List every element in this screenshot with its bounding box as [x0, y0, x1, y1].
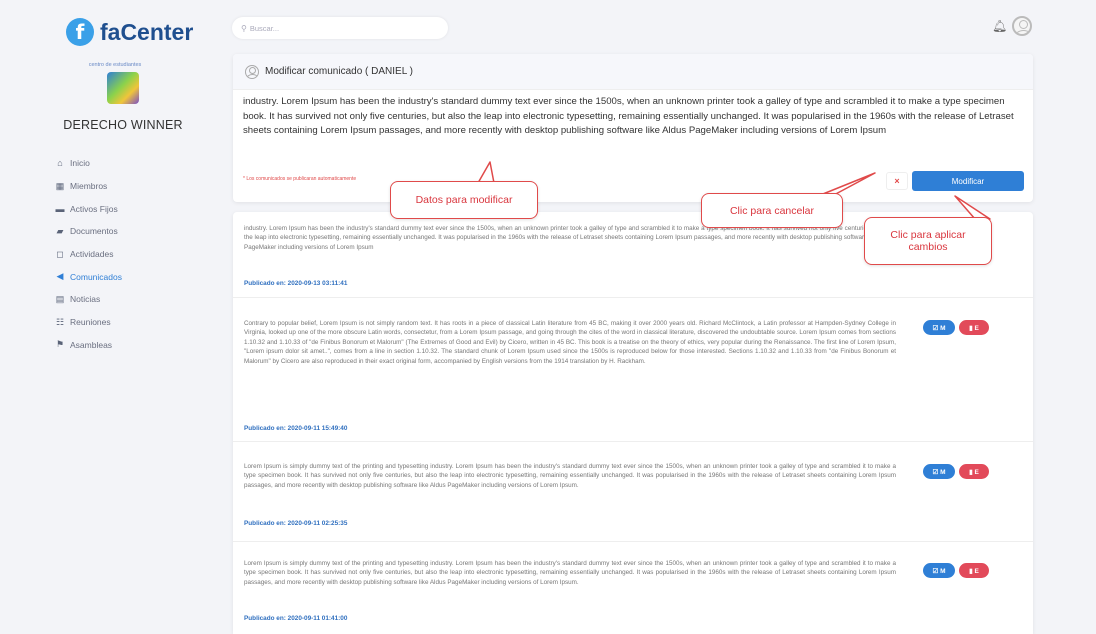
center-name: DERECHO WINNER	[63, 118, 183, 132]
sidebar-item-inicio[interactable]: ⌂ Inicio	[54, 152, 122, 175]
logo-icon: f	[66, 18, 94, 46]
callout-apply-line1: Clic para aplicar	[890, 229, 966, 241]
sidebar-item-label: Actividades	[70, 249, 114, 260]
sidebar-item-comunicados[interactable]: ◀ Comunicados	[54, 265, 122, 288]
logo-text: faCenter	[100, 18, 194, 45]
sidebar-item-label: Miembros	[70, 181, 108, 192]
sidebar-item-label: Noticias	[70, 294, 101, 305]
edit-title: Modificar comunicado ( DANIEL )	[265, 66, 414, 77]
modify-button[interactable]: Modificar	[912, 171, 1024, 191]
sidebar-item-label: Inicio	[70, 158, 90, 169]
center-avatar	[107, 72, 139, 104]
sidebar: f faCenter centro de estudiantes DERECHO…	[0, 0, 212, 634]
sidebar-item-actividades[interactable]: ◻ Actividades	[54, 243, 122, 266]
list-item: Lorem Ipsum is simply dummy text of the …	[233, 542, 1033, 634]
post-date: Publicado en: 2020-09-11 15:49:40	[244, 425, 348, 432]
top-icons: 🔔︎	[992, 16, 1033, 36]
sidebar-item-label: Asambleas	[70, 339, 113, 350]
delete-post-button[interactable]: ▮ E	[959, 464, 989, 479]
edit-header: Modificar comunicado ( DANIEL )	[233, 54, 1033, 90]
sidebar-item-noticias[interactable]: ▤ Noticias	[54, 288, 122, 311]
callout-apply-line2: cambios	[908, 241, 948, 253]
post-actions: ☑ M ▮ E	[923, 320, 989, 335]
post-date: Publicado en: 2020-09-13 03:11:41	[244, 280, 348, 287]
user-avatar-icon	[245, 64, 259, 79]
list-item: Lorem Ipsum is simply dummy text of the …	[233, 442, 1033, 542]
center-caption: centro de estudiantes	[88, 62, 142, 68]
post-text: Contrary to popular belief, Lorem Ipsum …	[244, 320, 896, 365]
post-text: Lorem Ipsum is simply dummy text of the …	[244, 463, 896, 489]
sidebar-item-label: Documentos	[70, 226, 118, 237]
assemblies-icon: ⚑	[55, 339, 65, 350]
folder-icon: ▰	[56, 225, 64, 236]
search-icon: ⚲	[241, 23, 247, 33]
sidebar-item-reuniones[interactable]: ☷ Reuniones	[54, 311, 122, 334]
activities-icon: ◻	[56, 248, 64, 259]
sidebar-item-label: Reuniones	[70, 317, 111, 328]
user-avatar[interactable]	[1012, 16, 1033, 36]
megaphone-icon: ◀	[56, 271, 64, 282]
post-date: Publicado en: 2020-09-11 02:25:35	[244, 520, 348, 527]
sidebar-item-label: Comunicados	[70, 271, 122, 282]
search-input[interactable]: ⚲ Buscar...	[232, 17, 448, 39]
bell-icon[interactable]: 🔔︎	[992, 19, 1007, 33]
edit-post-button[interactable]: ☑ M	[923, 464, 955, 479]
post-actions: ☑ M ▮ E	[923, 464, 989, 479]
callout-data: Datos para modificar	[390, 181, 538, 219]
app-logo[interactable]: f faCenter	[66, 18, 193, 46]
announcements-list: industry. Lorem Ipsum has been the indus…	[233, 212, 1033, 634]
delete-post-button[interactable]: ▮ E	[959, 563, 989, 578]
post-text: industry. Lorem Ipsum has been the indus…	[244, 225, 896, 251]
news-icon: ▤	[55, 293, 65, 304]
home-icon: ⌂	[57, 158, 63, 169]
sidebar-menu: ⌂ Inicio ▦ Miembros ▬ Activos Fijos ▰ Docume…	[54, 152, 122, 356]
callout-apply: Clic para aplicar cambios	[864, 217, 992, 265]
edit-post-button[interactable]: ☑ M	[923, 320, 955, 335]
sidebar-item-documentos[interactable]: ▰ Documentos	[54, 220, 122, 243]
cancel-button[interactable]: ×	[886, 172, 908, 190]
sidebar-item-label: Activos Fijos	[70, 203, 118, 214]
post-date: Publicado en: 2020-09-11 01:41:00	[244, 615, 348, 622]
meetings-icon: ☷	[55, 316, 65, 327]
callout-cancel: Clic para cancelar	[701, 193, 843, 228]
post-text: Lorem Ipsum is simply dummy text of the …	[244, 560, 896, 586]
assets-icon: ▬	[55, 203, 65, 214]
sidebar-item-activos-fijos[interactable]: ▬ Activos Fijos	[54, 197, 122, 220]
edit-note: * Los comunicados se publicaran automati…	[243, 176, 357, 182]
search-placeholder: Buscar...	[249, 23, 280, 33]
edit-announcement-card: Modificar comunicado ( DANIEL ) industry…	[233, 54, 1033, 202]
members-icon: ▦	[55, 180, 65, 191]
announcement-textarea[interactable]: industry. Lorem Ipsum has been the indus…	[243, 95, 1018, 139]
edit-post-button[interactable]: ☑ M	[923, 563, 955, 578]
delete-post-button[interactable]: ▮ E	[959, 320, 989, 335]
sidebar-item-asambleas[interactable]: ⚑ Asambleas	[54, 334, 122, 357]
post-actions: ☑ M ▮ E	[923, 563, 989, 578]
sidebar-item-miembros[interactable]: ▦ Miembros	[54, 175, 122, 198]
list-item: Contrary to popular belief, Lorem Ipsum …	[233, 298, 1033, 442]
